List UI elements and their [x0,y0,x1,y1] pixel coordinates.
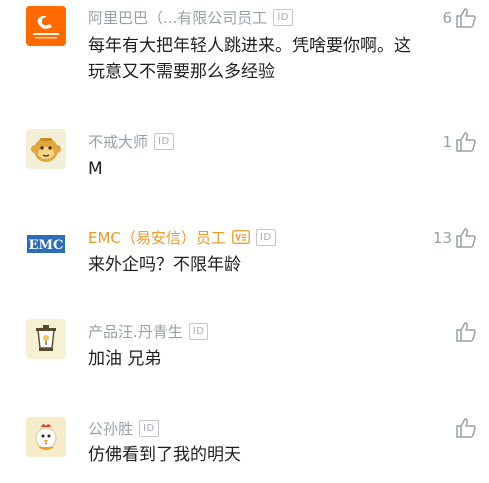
like-count: 1 [442,133,452,151]
avatar[interactable] [26,129,66,169]
id-badge: ID [139,419,159,437]
comment-text: M [88,159,103,179]
alibaba-logo-icon [26,6,66,46]
comment-text: 每年有大把年轻人跳进来。凭啥要你啊。这玩意又不需要那么多经验 [88,36,411,82]
thumbs-up-icon [456,132,476,152]
rooster-avatar-icon [26,417,66,457]
comment-text: 仿佛看到了我的明天 [88,445,241,465]
id-badge: ID [255,228,276,246]
emc-logo-icon: EMC [26,224,66,264]
username[interactable]: EMC（易安信）员工 [88,227,226,248]
username[interactable]: 公孙胜 [88,418,133,439]
comment-header: 不戒大师 ID [88,129,174,153]
like-button[interactable] [452,416,477,440]
comment-header: 阿里巴巴（...有限公司员工 ID [88,5,293,29]
like-button[interactable]: 1 [442,130,477,154]
comment-header: 产品汪.丹青生 ID [88,319,209,343]
like-button[interactable] [452,320,477,344]
comment-header: EMC（易安信）员工 ID [88,225,276,249]
id-badge: ID [154,132,174,150]
monkey-avatar-icon [26,129,66,169]
username[interactable]: 产品汪.丹青生 [88,321,183,342]
thumbs-up-icon [456,8,476,28]
svg-text:EMC: EMC [29,238,64,253]
lantern-avatar-icon [26,319,66,359]
verified-badge-icon [232,230,250,244]
thumbs-up-icon [456,322,476,342]
comment-text: 加油 兄弟 [88,349,162,369]
avatar[interactable] [26,6,66,46]
id-badge: ID [273,8,293,26]
comment-header: 公孙胜 ID [88,416,159,440]
username[interactable]: 阿里巴巴（...有限公司员工 [88,7,267,28]
id-badge: ID [188,322,209,340]
thumbs-up-icon [456,228,476,248]
comment-text: 来外企吗？不限年龄 [88,255,241,275]
like-button[interactable]: 6 [442,6,477,30]
username[interactable]: 不戒大师 [88,131,148,152]
like-count: 13 [432,229,452,247]
like-count: 6 [442,9,452,27]
avatar[interactable] [26,319,66,359]
thumbs-up-icon [456,418,476,438]
like-button[interactable]: 13 [433,226,477,250]
avatar[interactable] [26,417,66,457]
avatar[interactable]: EMC [26,224,66,264]
